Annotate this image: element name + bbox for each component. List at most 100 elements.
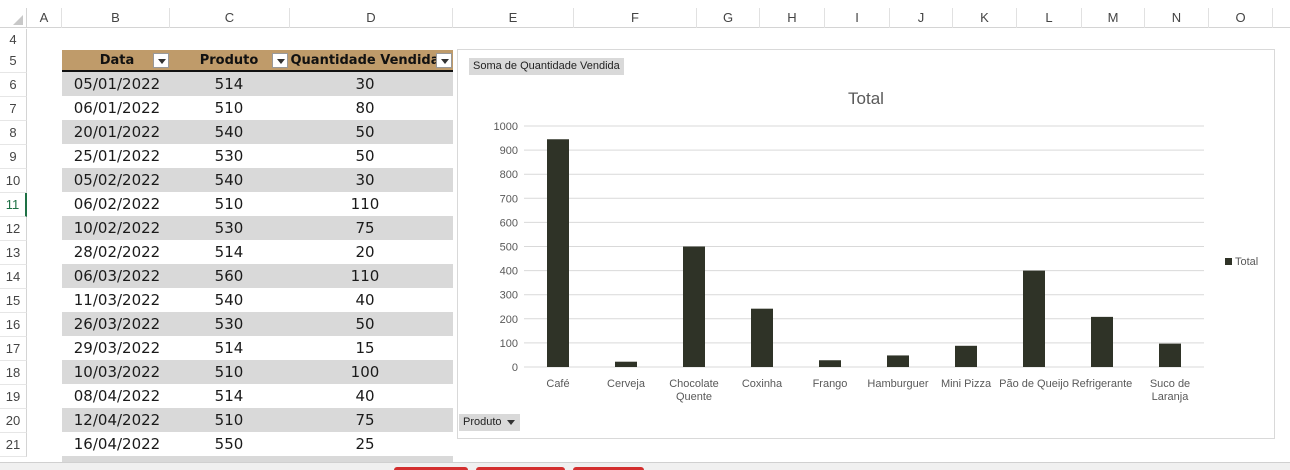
row-header[interactable]: 20 xyxy=(0,409,27,433)
bar xyxy=(683,246,705,367)
table-cell[interactable]: 11/03/2022 xyxy=(62,288,172,312)
y-tick-label: 500 xyxy=(500,242,518,254)
table-cell[interactable]: 26/03/2022 xyxy=(62,312,172,336)
table-cell[interactable]: 530 xyxy=(174,312,284,336)
row-header[interactable]: 7 xyxy=(0,97,27,121)
table-cell[interactable]: 25 xyxy=(290,432,440,456)
table-cell[interactable]: 530 xyxy=(174,144,284,168)
table-cell[interactable]: 50 xyxy=(290,144,440,168)
column-header[interactable]: M xyxy=(1082,8,1145,28)
row-header[interactable]: 18 xyxy=(0,361,27,385)
column-header[interactable]: H xyxy=(760,8,825,28)
row-header[interactable]: 14 xyxy=(0,265,27,289)
column-header[interactable]: K xyxy=(953,8,1017,28)
column-header[interactable]: G xyxy=(697,8,760,28)
table-cell[interactable]: 40 xyxy=(290,384,440,408)
table-cell[interactable]: 06/01/2022 xyxy=(62,96,172,120)
table-cell[interactable]: 514 xyxy=(174,336,284,360)
column-header[interactable]: L xyxy=(1017,8,1082,28)
row-header[interactable]: 12 xyxy=(0,217,27,241)
table-cell[interactable]: 10/03/2022 xyxy=(62,360,172,384)
table-cell[interactable]: 08/04/2022 xyxy=(62,384,172,408)
table-cell[interactable]: 30 xyxy=(290,168,440,192)
filter-dropdown-icon[interactable] xyxy=(436,53,452,68)
table-cell[interactable]: 530 xyxy=(174,216,284,240)
row-header[interactable]: 15 xyxy=(0,289,27,313)
table-cell[interactable]: 12/04/2022 xyxy=(62,408,172,432)
table-cell[interactable]: 560 xyxy=(174,264,284,288)
select-all-corner[interactable] xyxy=(0,8,27,28)
filter-dropdown-icon[interactable] xyxy=(153,53,169,68)
row-header[interactable]: 9 xyxy=(0,145,27,169)
table-cell[interactable]: 29/03/2022 xyxy=(62,336,172,360)
table-cell[interactable]: 510 xyxy=(174,192,284,216)
table-cell[interactable]: 40 xyxy=(290,288,440,312)
table-row: 12/04/2022 510 75 xyxy=(62,408,453,432)
table-cell[interactable]: 50 xyxy=(290,120,440,144)
column-header[interactable]: D xyxy=(290,8,453,28)
table-cell[interactable]: 514 xyxy=(174,72,284,96)
table-cell[interactable]: 514 xyxy=(174,384,284,408)
bar xyxy=(1159,343,1181,367)
table-cell[interactable]: 510 xyxy=(174,96,284,120)
x-tick-label: Pão de Queijo xyxy=(999,378,1069,390)
table-cell[interactable]: 110 xyxy=(290,192,440,216)
table-cell[interactable]: 540 xyxy=(174,168,284,192)
row-header[interactable]: 4 xyxy=(0,29,27,51)
column-header[interactable]: E xyxy=(453,8,574,28)
table-cell[interactable]: 05/01/2022 xyxy=(62,72,172,96)
table-cell[interactable]: 510 xyxy=(174,360,284,384)
table-cell[interactable]: 16/04/2022 xyxy=(62,432,172,456)
column-header[interactable]: C xyxy=(170,8,290,28)
table-cell[interactable]: 50 xyxy=(290,312,440,336)
table-row: 20/01/2022 540 50 xyxy=(62,120,453,144)
column-header[interactable]: J xyxy=(890,8,953,28)
table-cell[interactable]: 75 xyxy=(290,408,440,432)
column-header[interactable]: N xyxy=(1145,8,1209,28)
row-header[interactable]: 11 xyxy=(0,193,27,217)
table-cell[interactable]: 75 xyxy=(290,216,440,240)
y-tick-label: 400 xyxy=(500,266,518,278)
row-header[interactable]: 16 xyxy=(0,313,27,337)
table-cell[interactable]: 25/01/2022 xyxy=(62,144,172,168)
axis-field-button[interactable]: Produto xyxy=(459,414,520,431)
pivot-chart[interactable]: Total 0 100 200 300 400 500 600 700 800 900 1000 Caf… xyxy=(457,49,1275,439)
table-cell[interactable]: 06/03/2022 xyxy=(62,264,172,288)
y-tick-label: 600 xyxy=(500,217,518,229)
table-cell[interactable]: 05/02/2022 xyxy=(62,168,172,192)
table-cell[interactable]: 540 xyxy=(174,288,284,312)
sheet-tab-bar xyxy=(0,462,1290,470)
column-header[interactable]: I xyxy=(825,8,890,28)
filter-dropdown-icon[interactable] xyxy=(272,53,288,68)
row-header[interactable]: 17 xyxy=(0,337,27,361)
row-header[interactable]: 21 xyxy=(0,433,27,457)
table-cell[interactable]: 110 xyxy=(290,264,440,288)
table-cell[interactable]: 28/02/2022 xyxy=(62,240,172,264)
row-header[interactable]: 13 xyxy=(0,241,27,265)
row-header[interactable]: 19 xyxy=(0,385,27,409)
column-header[interactable]: A xyxy=(27,8,62,28)
table-cell[interactable]: 514 xyxy=(174,240,284,264)
table-cell[interactable]: 20 xyxy=(290,240,440,264)
table-cell[interactable]: 540 xyxy=(174,120,284,144)
column-header[interactable]: B xyxy=(62,8,170,28)
row-header[interactable]: 8 xyxy=(0,121,27,145)
row-header[interactable]: 10 xyxy=(0,169,27,193)
series-field-button[interactable]: Soma de Quantidade Vendida xyxy=(469,58,624,75)
table-cell[interactable]: 30 xyxy=(290,72,440,96)
table-cell[interactable]: 10/02/2022 xyxy=(62,216,172,240)
header-quantidade: Quantidade Vendida xyxy=(290,53,440,68)
column-header[interactable]: O xyxy=(1209,8,1273,28)
row-header[interactable]: 5 xyxy=(0,49,27,73)
x-tick-label: Chocolate Quente xyxy=(669,378,719,403)
table-cell[interactable]: 06/02/2022 xyxy=(62,192,172,216)
column-header[interactable]: F xyxy=(574,8,697,28)
table-cell[interactable]: 80 xyxy=(290,96,440,120)
table-cell[interactable]: 100 xyxy=(290,360,440,384)
table-cell[interactable]: 550 xyxy=(174,432,284,456)
table-cell[interactable]: 20/01/2022 xyxy=(62,120,172,144)
row-header[interactable]: 6 xyxy=(0,73,27,97)
table-cell[interactable]: 510 xyxy=(174,408,284,432)
bar xyxy=(819,360,841,367)
table-cell[interactable]: 15 xyxy=(290,336,440,360)
